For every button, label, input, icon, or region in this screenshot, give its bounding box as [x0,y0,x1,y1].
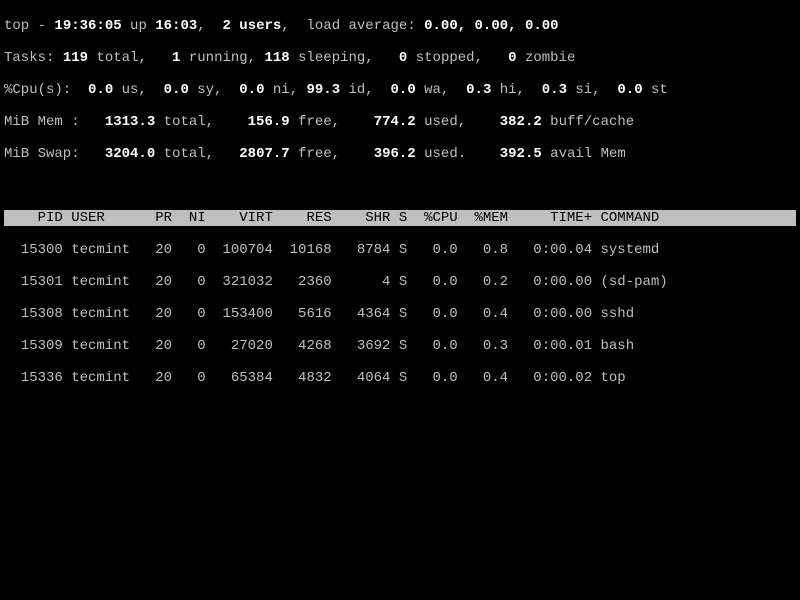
process-row[interactable]: 15336 tecmint 20 0 65384 4832 4064 S 0.0… [4,370,796,386]
summary-line-cpu: %Cpu(s): 0.0 us, 0.0 sy, 0.0 ni, 99.3 id… [4,82,796,98]
summary-line-mem: MiB Mem : 1313.3 total, 156.9 free, 774.… [4,114,796,130]
process-row[interactable]: 15301 tecmint 20 0 321032 2360 4 S 0.0 0… [4,274,796,290]
blank-line [4,178,796,194]
summary-line-swap: MiB Swap: 3204.0 total, 2807.7 free, 396… [4,146,796,162]
process-row[interactable]: 15308 tecmint 20 0 153400 5616 4364 S 0.… [4,306,796,322]
process-row[interactable]: 15309 tecmint 20 0 27020 4268 3692 S 0.0… [4,338,796,354]
summary-line-tasks: Tasks: 119 total, 1 running, 118 sleepin… [4,50,796,66]
process-row[interactable]: 15300 tecmint 20 0 100704 10168 8784 S 0… [4,242,796,258]
summary-line-uptime: top - 19:36:05 up 16:03, 2 users, load a… [4,18,796,34]
terminal-screen[interactable]: top - 19:36:05 up 16:03, 2 users, load a… [0,0,800,404]
process-table-header[interactable]: PID USER PR NI VIRT RES SHR S %CPU %MEM … [4,210,796,226]
